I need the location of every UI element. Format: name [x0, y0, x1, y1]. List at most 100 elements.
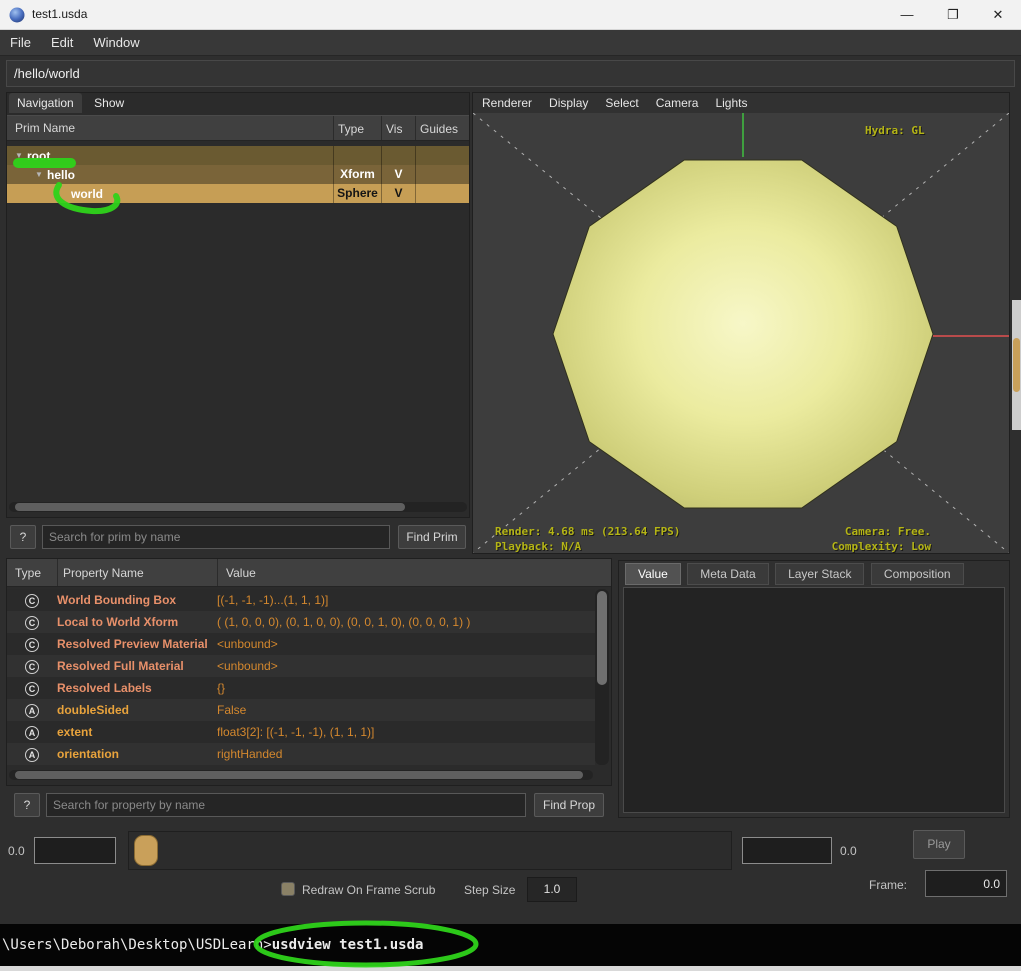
attribute-icon: A [25, 704, 39, 718]
property-name[interactable]: Resolved Labels [57, 681, 217, 695]
property-row[interactable]: C World Bounding Box [(-1, -1, -1)...(1,… [7, 589, 595, 611]
col-property-name: Property Name [57, 559, 217, 586]
menu-bar: File Edit Window [0, 30, 1021, 56]
prim-path-field[interactable]: /hello/world [6, 60, 1015, 87]
menu-select[interactable]: Select [605, 96, 638, 110]
prim-vis[interactable] [381, 146, 415, 165]
computed-icon: C [25, 660, 39, 674]
prim-panel-tabs: Navigation Show [9, 93, 132, 115]
detail-tabs: Value Meta Data Layer Stack Composition [625, 563, 966, 585]
viewport-menu: Renderer Display Select Camera Lights [473, 93, 1009, 113]
property-value: <unbound> [217, 659, 595, 673]
property-search-help-button[interactable]: ? [14, 793, 40, 817]
tab-meta-data[interactable]: Meta Data [687, 563, 768, 585]
col-value: Value [217, 559, 611, 586]
tab-show[interactable]: Show [86, 93, 132, 113]
property-value: {} [217, 681, 595, 695]
detail-panel: Value Meta Data Layer Stack Composition [618, 560, 1010, 818]
property-vscroll-thumb[interactable] [597, 591, 607, 685]
prim-tree-header: Prim Name Type Vis Guides [7, 115, 469, 141]
frame-label: Frame: [869, 878, 907, 892]
menu-display[interactable]: Display [549, 96, 588, 110]
prim-guides [415, 165, 469, 184]
expander-icon[interactable]: ▼ [15, 151, 27, 160]
property-hscrollbar[interactable] [9, 770, 593, 780]
right-edge-scrollbar[interactable] [1012, 300, 1021, 430]
property-row[interactable]: C Resolved Labels {} [7, 677, 595, 699]
expander-icon[interactable]: ▼ [35, 170, 47, 179]
property-row[interactable]: A extent float3[2]: [(-1, -1, -1), (1, 1… [7, 721, 595, 743]
attribute-icon: A [25, 726, 39, 740]
property-name[interactable]: orientation [57, 747, 217, 761]
prim-type [333, 146, 381, 165]
prim-tree: ▼ root ▼ hello Xform V world [7, 141, 469, 203]
timeline-slider-handle[interactable] [134, 835, 158, 866]
timeline-slider[interactable] [128, 831, 732, 870]
step-size-input[interactable]: 1.0 [527, 877, 577, 902]
redraw-checkbox[interactable] [281, 882, 295, 896]
computed-icon: C [25, 616, 39, 630]
menu-edit[interactable]: Edit [41, 35, 83, 50]
property-name[interactable]: doubleSided [57, 703, 217, 717]
col-prim-name: Prim Name [7, 121, 333, 135]
tab-layer-stack[interactable]: Layer Stack [775, 563, 864, 585]
prim-tree-hscrollbar[interactable] [9, 502, 467, 512]
prim-search-input[interactable] [42, 525, 390, 549]
prim-vis[interactable]: V [381, 165, 415, 184]
prim-name[interactable]: root [27, 149, 50, 163]
computed-icon: C [25, 638, 39, 652]
terminal-bar[interactable]: \Users\Deborah\Desktop\USDLearn>usdview … [0, 924, 1021, 966]
property-row[interactable]: C Local to World Xform ( (1, 0, 0, 0), (… [7, 611, 595, 633]
menu-file[interactable]: File [0, 35, 41, 50]
tab-navigation[interactable]: Navigation [9, 93, 82, 113]
col-type: Type [7, 566, 57, 580]
menu-window[interactable]: Window [83, 35, 149, 50]
prim-name[interactable]: world [71, 187, 103, 201]
tab-composition[interactable]: Composition [871, 563, 964, 585]
property-hscroll-thumb[interactable] [15, 771, 583, 779]
tree-row-world-selected[interactable]: world Sphere V [7, 184, 469, 203]
property-name[interactable]: Resolved Preview Material [57, 637, 217, 651]
menu-lights[interactable]: Lights [715, 96, 747, 110]
property-name[interactable]: World Bounding Box [57, 593, 217, 607]
prim-search-help-button[interactable]: ? [10, 525, 36, 549]
property-vscrollbar[interactable] [595, 589, 609, 765]
maximize-button[interactable]: ❐ [930, 0, 976, 30]
property-row[interactable]: C Resolved Preview Material <unbound> [7, 633, 595, 655]
menu-camera[interactable]: Camera [656, 96, 699, 110]
render-stat: Render: 4.68 ms (213.64 FPS) [495, 525, 680, 538]
close-button[interactable]: ✕ [975, 0, 1021, 30]
redraw-label: Redraw On Frame Scrub [302, 883, 435, 897]
timeline-start-input[interactable] [34, 837, 116, 864]
find-prop-button[interactable]: Find Prop [534, 793, 604, 817]
property-row[interactable]: A orientation rightHanded [7, 743, 595, 765]
property-row[interactable]: C Resolved Full Material <unbound> [7, 655, 595, 677]
tree-row-hello[interactable]: ▼ hello Xform V [7, 165, 469, 184]
play-button[interactable]: Play [913, 830, 965, 859]
property-search-input[interactable] [46, 793, 526, 817]
prim-tree-hscroll-thumb[interactable] [15, 503, 405, 511]
timeline-end-label: 0.0 [840, 844, 857, 858]
prim-guides [415, 146, 469, 165]
property-row[interactable]: A doubleSided False [7, 699, 595, 721]
property-name[interactable]: Resolved Full Material [57, 659, 217, 673]
sphere-polygon[interactable] [553, 160, 933, 508]
tree-row-root[interactable]: ▼ root [7, 146, 469, 165]
find-prim-button[interactable]: Find Prim [398, 525, 466, 549]
terminal-prompt: \Users\Deborah\Desktop\USDLearn> [0, 937, 272, 953]
frame-input[interactable] [925, 870, 1007, 897]
prim-type: Xform [333, 165, 381, 184]
property-name[interactable]: Local to World Xform [57, 615, 217, 629]
step-size-label: Step Size [464, 883, 515, 897]
timeline-end-input[interactable] [742, 837, 832, 864]
prim-vis[interactable]: V [381, 184, 415, 203]
tab-value[interactable]: Value [625, 563, 681, 585]
complexity-stat: Complexity: Low [832, 540, 931, 553]
viewport-canvas[interactable] [473, 113, 1009, 553]
minimize-button[interactable]: — [884, 0, 930, 30]
property-name[interactable]: extent [57, 725, 217, 739]
property-table: C World Bounding Box [(-1, -1, -1)...(1,… [7, 589, 595, 765]
menu-renderer[interactable]: Renderer [482, 96, 532, 110]
prim-name[interactable]: hello [47, 168, 75, 182]
right-edge-scroll-thumb[interactable] [1013, 338, 1020, 392]
